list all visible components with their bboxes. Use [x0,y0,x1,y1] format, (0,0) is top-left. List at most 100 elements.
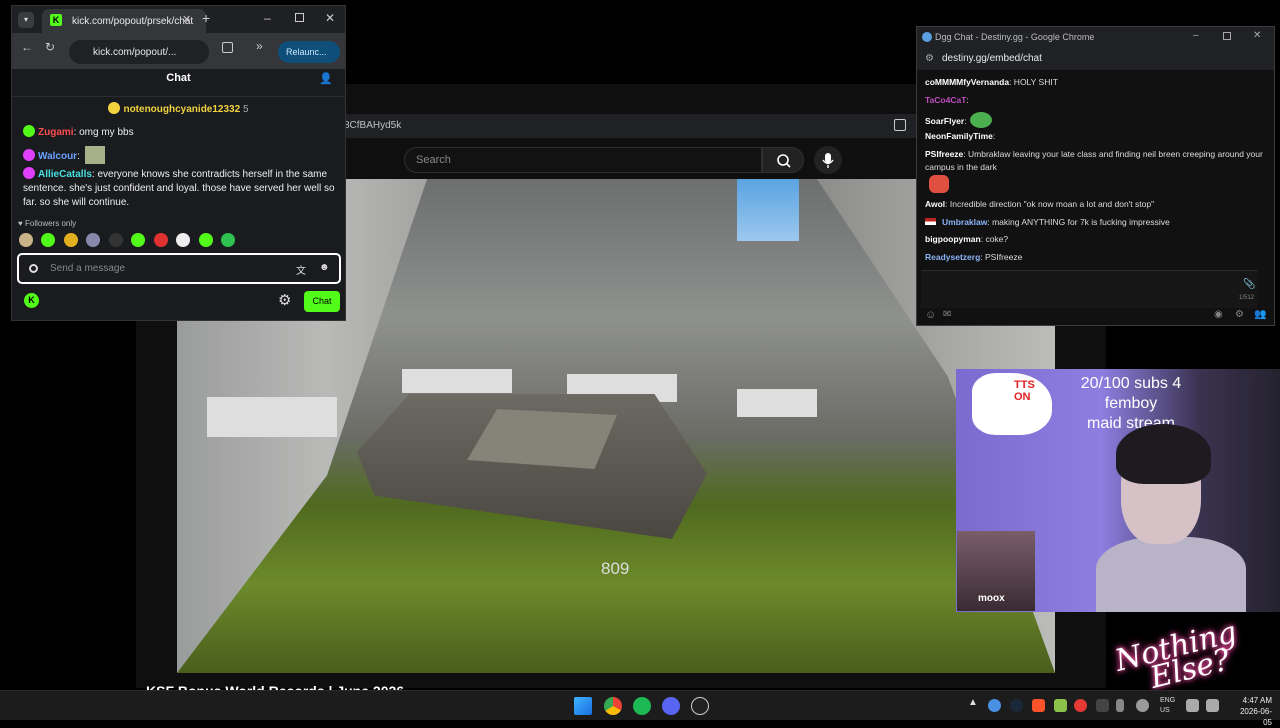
dgg-message: PSIfreeze: Umbraklaw leaving your late c… [925,148,1265,174]
dgg-username[interactable]: Readysetzerg [925,252,980,262]
network-icon[interactable] [1186,699,1199,712]
chat-username[interactable]: AllieCatalls [38,169,92,180]
close-window-icon[interactable]: ✕ [1253,30,1261,41]
tray-app-icon[interactable] [1096,699,1109,712]
windows-start-icon[interactable] [574,697,592,715]
tray-app-icon[interactable] [988,699,1001,712]
whispers-icon[interactable]: ✉ [943,309,951,320]
maximize-icon[interactable] [295,13,304,22]
video-overlay-number: 809 [601,559,630,578]
chat-username[interactable]: Walcour [38,151,77,162]
chevron-up-icon[interactable]: ▲ [968,697,978,708]
minimize-icon[interactable]: – [1193,30,1199,41]
dgg-message-input[interactable] [921,270,1258,308]
brave-icon[interactable] [1032,699,1045,712]
user-settings-icon[interactable]: 👤 [319,72,333,85]
dgg-text: : coke? [980,234,1009,244]
chat-username[interactable]: Zugami [38,127,74,138]
sub-badge-icon [23,125,35,137]
emote-button[interactable] [153,233,168,247]
reload-icon[interactable]: ↻ [45,40,55,54]
language-code: ENG [1160,697,1176,704]
close-tab-icon[interactable]: ✕ [182,13,191,26]
tts-on-sign: TTS ON [1014,379,1035,403]
sub-goal-line1: 20/100 subs 4 femboy [1080,375,1182,412]
followers-only-text: Followers only [24,219,77,228]
pinned-user[interactable]: notenoughcyanide12332 [123,104,240,115]
emoji-icon[interactable]: ☻ [319,262,330,273]
search-button[interactable] [762,147,804,173]
users-icon[interactable]: 👥 [1254,309,1266,320]
close-window-icon[interactable]: ✕ [325,11,335,25]
clock-date: 2026-06-05 [1239,707,1272,727]
dgg-username[interactable]: Umbraklaw [942,217,987,227]
url-field[interactable]: kick.com/popout/... [69,40,209,64]
dgg-username[interactable]: NeonFamilyTime [925,131,993,141]
region-code: US [1160,707,1170,714]
search-input[interactable]: Search [404,147,762,173]
emote-menu-icon[interactable]: ☺ [925,309,936,321]
settings-gear-icon[interactable]: ⚙ [1235,309,1244,320]
dgg-username[interactable]: coMMMMfyVernanda [925,77,1009,87]
emote-button[interactable] [41,233,56,247]
settings-gear-icon[interactable]: ⚙ [278,291,291,309]
discord-icon[interactable] [662,697,680,715]
emote-bar [19,233,239,251]
obs-icon[interactable] [691,697,709,715]
dgg-favicon-icon [922,32,932,42]
url-field[interactable]: destiny.gg/embed/chat [917,48,1274,70]
attach-icon[interactable]: 📎 [1243,279,1255,290]
pinned-count: 5 [242,104,249,115]
dgg-message: coMMMMfyVernanda: HOLY SHIT [925,76,1058,89]
more-tools-icon[interactable]: » [256,39,263,53]
steam-icon[interactable] [1010,699,1023,712]
translate-icon[interactable]: 文 [296,262,306,277]
dgg-text: : Umbraklaw leaving your late class and … [925,149,1263,172]
chat-send-button[interactable]: Chat [304,291,340,312]
followers-only-label: ♥ Followers only [18,219,77,228]
dgg-username[interactable]: Awol [925,199,945,209]
message-input[interactable]: Send a message [17,253,341,284]
cast-icon[interactable] [894,119,906,131]
emote-button[interactable] [221,233,236,247]
emote-button[interactable] [86,233,101,247]
back-icon[interactable]: ← [21,40,33,54]
emote-button[interactable] [108,233,123,247]
shield-icon [29,264,38,273]
emote-button[interactable] [63,233,78,247]
dgg-username[interactable]: bigpoopyman [925,234,981,244]
emote-button[interactable] [131,233,146,247]
voice-search-button[interactable] [814,146,842,174]
dgg-username[interactable]: PSIfreeze [925,149,963,159]
spotify-icon[interactable] [633,697,651,715]
view-icon[interactable]: ◉ [1214,309,1223,320]
pepe-emote [969,112,992,128]
extensions-icon[interactable] [222,42,233,53]
maximize-icon[interactable] [1223,32,1231,40]
dgg-text: : HOLY SHIT [1009,77,1058,87]
chat-message: AllieCatalls: everyone knows she contrad… [23,167,339,210]
tab-list-button[interactable]: ▾ [18,12,34,28]
dgg-username[interactable]: SoarFlyer [925,116,964,126]
tray-app-icon[interactable] [1074,699,1087,712]
relaunch-button[interactable]: Relaunc... [278,41,340,63]
language-indicator[interactable]: ENG US [1160,696,1175,716]
new-tab-icon[interactable]: + [202,10,210,26]
streamer-shirt [1096,537,1246,612]
emote-button[interactable] [19,233,33,247]
minimize-icon[interactable]: – [264,11,271,25]
headset-icon[interactable] [1136,699,1149,712]
chrome-icon[interactable] [604,697,622,715]
volume-icon[interactable] [1206,699,1219,712]
dgg-message: TaCo4CaT: [925,94,969,107]
emote-button[interactable] [176,233,191,247]
chat-message: Zugami: omg my bbs [23,125,134,140]
chat-text: : omg my bbs [73,127,134,138]
microphone-icon[interactable] [1116,699,1124,712]
dgg-username[interactable]: TaCo4CaT [925,95,966,105]
site-info-icon[interactable]: ⚙ [925,53,934,64]
system-clock[interactable]: 4:47 AM 2026-06-05 [1232,695,1272,728]
emote-button[interactable] [198,233,213,247]
tray-app-icon[interactable] [1054,699,1067,712]
address-url-fragment: 8CfBAHyd5k [344,120,402,131]
